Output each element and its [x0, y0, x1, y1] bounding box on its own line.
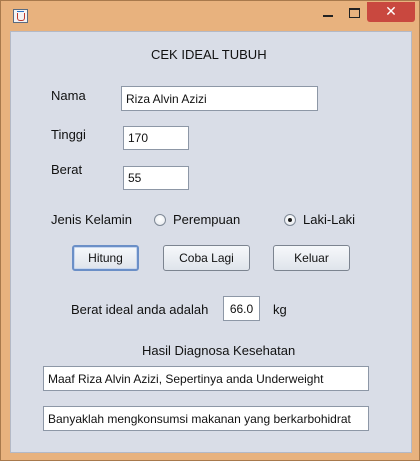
jenis-kelamin-label: Jenis Kelamin: [51, 212, 132, 227]
berat-input[interactable]: 55: [123, 166, 189, 190]
tinggi-label: Tinggi: [51, 127, 86, 142]
radio-perempuan-label[interactable]: Perempuan: [173, 212, 240, 227]
form-panel: CEK IDEAL TUBUH Nama Riza Alvin Azizi Ti…: [10, 31, 412, 453]
diagnosis-result-field[interactable]: Maaf Riza Alvin Azizi, Sepertinya anda U…: [43, 366, 369, 391]
close-button[interactable]: ✕: [367, 2, 415, 22]
ideal-weight-unit: kg: [273, 302, 287, 317]
keluar-button[interactable]: Keluar: [273, 245, 350, 271]
form-heading: CEK IDEAL TUBUH: [151, 47, 267, 62]
coba-lagi-button[interactable]: Coba Lagi: [163, 245, 250, 271]
radio-laki-laki-indicator[interactable]: [284, 213, 296, 226]
radio-perempuan[interactable]: Perempuan: [154, 212, 240, 227]
radio-perempuan-indicator[interactable]: [154, 213, 166, 226]
minimize-button[interactable]: [315, 2, 341, 24]
diagnosis-heading: Hasil Diagnosa Kesehatan: [142, 343, 296, 358]
radio-laki-laki-label[interactable]: Laki-Laki: [303, 212, 355, 227]
minimize-icon: [323, 15, 333, 17]
maximize-button[interactable]: [341, 2, 367, 24]
berat-label: Berat: [51, 162, 83, 177]
tinggi-input[interactable]: 170: [123, 126, 189, 150]
maximize-icon: [348, 8, 360, 18]
java-app-icon[interactable]: [13, 9, 28, 23]
hitung-button[interactable]: Hitung: [72, 245, 139, 271]
nama-input[interactable]: Riza Alvin Azizi: [121, 86, 318, 111]
close-icon: ✕: [385, 4, 397, 20]
diagnosis-advice-field[interactable]: Banyaklah mengkonsumsi makanan yang berk…: [43, 406, 369, 431]
ideal-weight-label: Berat ideal anda adalah: [71, 302, 209, 317]
ideal-weight-output[interactable]: 66.0: [223, 296, 260, 321]
radio-laki-laki[interactable]: Laki-Laki: [284, 212, 355, 227]
window-frame: ✕ CEK IDEAL TUBUH Nama Riza Alvin Azizi …: [0, 0, 420, 461]
title-bar[interactable]: ✕: [1, 1, 420, 31]
nama-label: Nama: [51, 88, 86, 103]
